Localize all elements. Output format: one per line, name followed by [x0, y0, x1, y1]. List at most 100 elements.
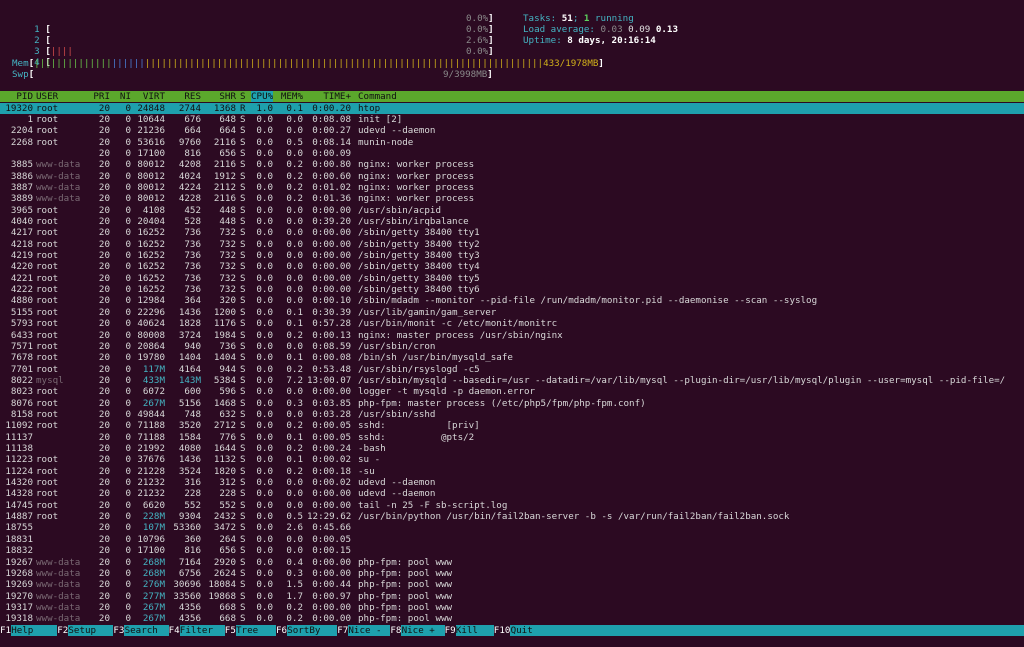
- column-header-command[interactable]: Command: [358, 91, 1018, 102]
- fkey-label[interactable]: Kill: [455, 625, 478, 637]
- column-header-time[interactable]: TIME+: [307, 91, 351, 102]
- table-row[interactable]: 2204 root 20 0 21236 664 664 S 0.0 0.0 0:00.27 udev…: [0, 125, 1024, 136]
- table-row[interactable]: 8022 mysql 20 0 433M 143M 5384 S 0.0 7.2 13:00.07 /…: [0, 375, 1024, 386]
- fkey-label[interactable]: Help: [11, 625, 34, 637]
- fkey-kill-key[interactable]: F9: [444, 625, 456, 637]
- cell-pid: 19270: [5, 590, 33, 602]
- column-header-ni[interactable]: NI: [113, 91, 131, 102]
- process-table-header[interactable]: PID USER PRI NI VIRT RES SHR S CPU% MEM% TIME+ Comm…: [0, 91, 1024, 103]
- table-row[interactable]: 19317 www-data 20 0 267M 4356 668 S 0.0 0.2 0:00.0…: [0, 602, 1024, 613]
- table-row[interactable]: 11138 20 0 21992 4080 1644 S 0.0 0.2 0:00.24 -bash: [0, 443, 1024, 454]
- column-header-user[interactable]: USER: [36, 91, 86, 102]
- table-row[interactable]: 8076 root 20 0 267M 5156 1468 S 0.0 0.3 0:03.85 php…: [0, 398, 1024, 409]
- cell-virt: 4108: [142, 204, 165, 216]
- cell-ni: 0: [125, 590, 131, 602]
- cell-virt: 16252: [137, 284, 165, 296]
- cell-pri: 20: [98, 125, 110, 137]
- fkey-nice-key[interactable]: F8: [390, 625, 402, 637]
- table-row[interactable]: 1 root 20 0 10644 676 648 S 0.0 0.0 0:08.08 init [2…: [0, 114, 1024, 125]
- column-header-virt[interactable]: VIRT: [133, 91, 165, 102]
- cell-pid: 1: [27, 113, 33, 125]
- table-row[interactable]: 14887 root 20 0 228M 9304 2432 S 0.0 0.5 12:29.62 /…: [0, 511, 1024, 522]
- column-header-res[interactable]: RES: [170, 91, 201, 102]
- fkey-label[interactable]: Tree: [236, 625, 259, 637]
- table-row[interactable]: 4220 root 20 0 16252 736 732 S 0.0 0.0 0:00.00/sbi…: [0, 261, 1024, 272]
- column-header-state[interactable]: S: [240, 91, 248, 102]
- cell-cpu: 0.0: [256, 567, 273, 579]
- table-row[interactable]: 4218 root 20 0 16252 736 732 S 0.0 0.0 0:00.00/sbi…: [0, 239, 1024, 250]
- table-row[interactable]: 7701 root 20 0 117M 4164 944 S 0.0 0.2 0:53.48/usr…: [0, 364, 1024, 375]
- cell-state: S: [240, 443, 246, 454]
- column-header-mem[interactable]: MEM%: [277, 91, 303, 102]
- fkey-tree-key[interactable]: F5: [224, 625, 236, 637]
- table-row[interactable]: 7678 root 20 0 19780 1404 1404 S 0.0 0.1 0:00.08/b…: [0, 352, 1024, 363]
- cell-command: nginx: master process /usr/sbin/nginx: [358, 329, 563, 341]
- table-row[interactable]: 19267 www-data 20 0 268M 7164 2920 S 0.0 0.4 0:00.…: [0, 557, 1024, 568]
- table-row[interactable]: 18755 20 0 107M 53360 3472 S 0.0 2.6 0:45.66: [0, 522, 1024, 533]
- table-row[interactable]: 8158 root 20 0 49844 748 632 S 0.0 0.0 0:03.28/usr…: [0, 409, 1024, 420]
- cell-command: php-fpm: master process (/etc/php5/fpm/p…: [358, 397, 646, 409]
- column-header-pid[interactable]: PID: [0, 91, 33, 102]
- table-row[interactable]: 4221 root 20 0 16252 736 732 S 0.0 0.0 0:00.00/sbi…: [0, 273, 1024, 284]
- table-row[interactable]: 3889 www-data 20 0 80012 4228 2116 S 0.0 0.2 0:01.…: [0, 193, 1024, 204]
- table-row[interactable]: 3887 www-data 20 0 80012 4224 2112 S 0.0 0.2 0:01.…: [0, 182, 1024, 193]
- table-row[interactable]: 19318 www-data 20 0 267M 4356 668 S 0.0 0.2 0:00.0…: [0, 613, 1024, 624]
- table-row[interactable]: 14328 root 20 0 21232 228 228 S 0.0 0.0 0:00.00 ude…: [0, 488, 1024, 499]
- cell-ni: 0: [125, 295, 131, 307]
- fkey-setup-key[interactable]: F2: [57, 625, 69, 637]
- column-header-cpu[interactable]: CPU%: [251, 91, 273, 103]
- table-row[interactable]: 3886 www-data 20 0 80012 4024 1912 S 0.0 0.2 0:00.…: [0, 171, 1024, 182]
- table-row[interactable]: 8023 root 20 0 6072 600 596 S 0.0 0.0 0:00.00 logge…: [0, 386, 1024, 397]
- cell-user: root: [36, 499, 59, 511]
- fkey-label[interactable]: Search: [124, 625, 158, 637]
- table-row[interactable]: 6433 root 20 0 80008 3724 1984 S 0.0 0.2 0:00.13 ng…: [0, 330, 1024, 341]
- table-row[interactable]: 19268 www-data 20 0 268M 6756 2624 S 0.0 0.3 0:00.…: [0, 568, 1024, 579]
- cell-time: 0:00.00: [312, 250, 351, 262]
- cell-command: php-fpm: pool www: [358, 601, 453, 613]
- cell-res: 4224: [178, 181, 201, 193]
- fkey-label[interactable]: Filter: [179, 625, 213, 637]
- cell-pri: 20: [98, 329, 110, 341]
- fkey-label[interactable]: SortBy: [287, 625, 321, 637]
- cell-ni: 0: [125, 329, 131, 341]
- table-row[interactable]: 14320 root 20 0 21232 316 312 S 0.0 0.0 0:00.02 ude…: [0, 477, 1024, 488]
- table-row[interactable]: 19270 www-data 20 0 277M 33560 19868 S 0.0 1.7 0:0…: [0, 591, 1024, 602]
- table-row[interactable]: 3885 www-data 20 0 80012 4208 2116 S 0.0 0.2 0:00.…: [0, 159, 1024, 170]
- cell-res: 816: [184, 147, 201, 159]
- fkey-help-key[interactable]: F1: [0, 625, 12, 637]
- table-row[interactable]: 11224 root 20 0 21228 3524 1820 S 0.0 0.2 0:00.18-…: [0, 466, 1024, 477]
- table-row[interactable]: 7571 root 20 0 20864 940 736 S 0.0 0.0 0:08.59/usr…: [0, 341, 1024, 352]
- fkey-sortby-key[interactable]: F6: [276, 625, 288, 637]
- table-row[interactable]: 5793 root 20 0 40624 1828 1176 S 0.0 0.1 0:57.28/u…: [0, 318, 1024, 329]
- fkey-quit-key[interactable]: F10: [493, 625, 511, 637]
- table-row[interactable]: 19320 root 20 0 24848 2744 1368 R 1.0 0.1 0:00.20 h…: [0, 102, 1024, 114]
- table-row[interactable]: 20 0 17100 816 656 S 0.0 0.0 0:00.09: [0, 148, 1024, 159]
- table-row[interactable]: 4880 root 20 0 12984 364 320 S 0.0 0.0 0:00.10/sbi…: [0, 295, 1024, 306]
- table-row[interactable]: 3965 root 20 0 4108 452 448 S 0.0 0.0 0:00.00/usr/…: [0, 205, 1024, 216]
- table-row[interactable]: 14745 root 20 0 6620 552 552 S 0.0 0.0 0:00.00 tail…: [0, 500, 1024, 511]
- table-row[interactable]: 19269 www-data 20 0 276M 30696 18084 S 0.0 1.5 0:0…: [0, 579, 1024, 590]
- fkey-label[interactable]: Nice +: [401, 625, 435, 637]
- cell-time: 0:00.00: [312, 567, 351, 579]
- table-row[interactable]: 4040 root 20 0 20404 528 448 S 0.0 0.0 0:39.20/usr…: [0, 216, 1024, 227]
- fkey-label[interactable]: Setup: [68, 625, 97, 637]
- table-row[interactable]: 5155 root 20 0 22296 1436 1200 S 0.0 0.1 0:30.39/u…: [0, 307, 1024, 318]
- table-row[interactable]: 4219 root 20 0 16252 736 732 S 0.0 0.0 0:00.00/sbi…: [0, 250, 1024, 261]
- fkey-search-key[interactable]: F3: [113, 625, 125, 637]
- table-row[interactable]: 11223 root 20 0 37676 1436 1132 S 0.0 0.1 0:00.02 s…: [0, 454, 1024, 465]
- fkey-label[interactable]: Quit: [510, 625, 533, 637]
- table-row[interactable]: 2268 root 20 0 53616 9760 2116 S 0.0 0.5 0:08.14 mu…: [0, 137, 1024, 148]
- table-row[interactable]: 18832 20 0 17100 816 656 S 0.0 0.0 0:00.15: [0, 545, 1024, 556]
- table-row[interactable]: 4222 root 20 0 16252 736 732 S 0.0 0.0 0:00.00/sbi…: [0, 284, 1024, 295]
- column-header-shr[interactable]: SHR: [206, 91, 236, 102]
- fkey-label[interactable]: Nice -: [348, 625, 382, 637]
- column-header-pri[interactable]: PRI: [88, 91, 110, 102]
- fkey-nice-key[interactable]: F7: [337, 625, 349, 637]
- table-row[interactable]: 18831 20 0 10796 360 264 S 0.0 0.0 0:00.05: [0, 534, 1024, 545]
- fkey-filter-key[interactable]: F4: [168, 625, 180, 637]
- cell-res: 816: [184, 545, 201, 557]
- cell-mem: 0.0: [286, 340, 303, 352]
- table-row[interactable]: 4217 root 20 0 16252 736 732 S 0.0 0.0 0:00.00/sbi…: [0, 227, 1024, 238]
- table-row[interactable]: 11092 root 20 0 71188 3520 2712 S 0.0 0.2 0:00.05 s…: [0, 420, 1024, 431]
- table-row[interactable]: 11137 20 0 71188 1584 776 S 0.0 0.1 0:00.05 sshd: …: [0, 432, 1024, 443]
